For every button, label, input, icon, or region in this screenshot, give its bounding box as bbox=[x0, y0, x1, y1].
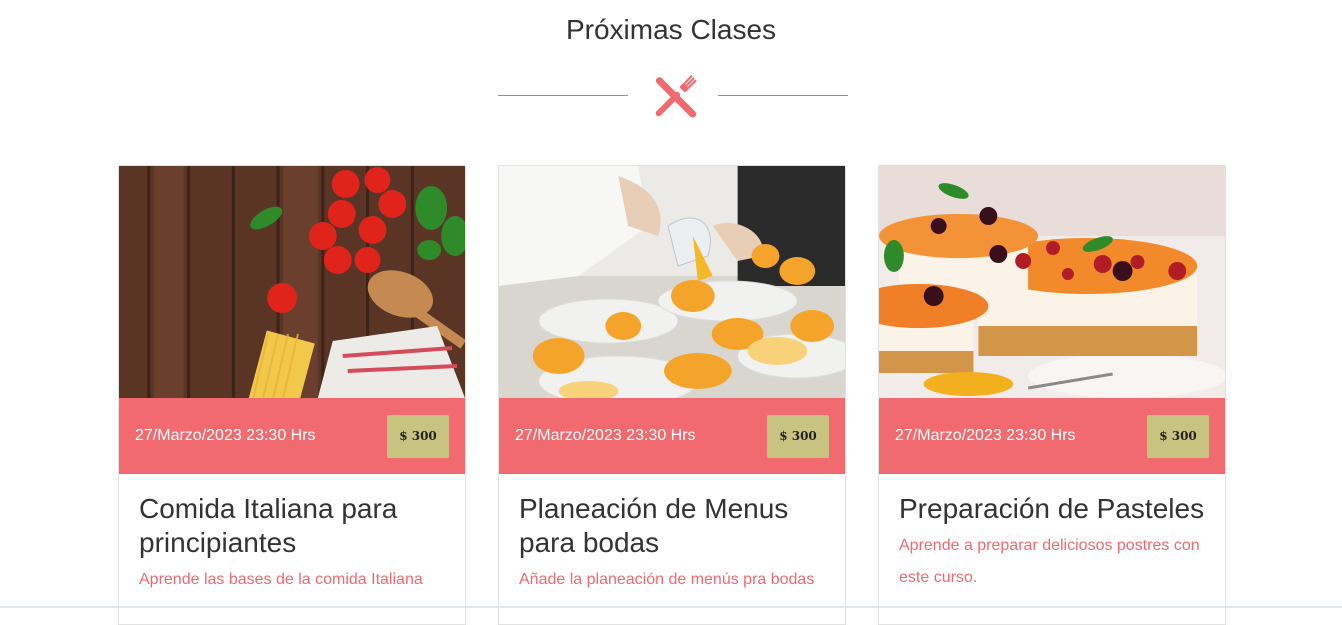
class-title[interactable]: Preparación de Pasteles bbox=[899, 492, 1205, 526]
class-title[interactable]: Comida Italiana para principiantes bbox=[139, 492, 445, 560]
divider-right bbox=[718, 95, 848, 96]
class-meta-bar: 27/Marzo/2023 23:30 Hrs $ 300 bbox=[879, 398, 1225, 474]
divider-left bbox=[498, 95, 628, 96]
class-description: Aprende las bases de la comida Italiana bbox=[139, 571, 423, 588]
class-card[interactable]: 27/Marzo/2023 23:30 Hrs $ 300 Planeación… bbox=[498, 165, 846, 625]
class-description: Aprende a preparar deliciosos postres co… bbox=[899, 537, 1200, 586]
class-card[interactable]: 27/Marzo/2023 23:30 Hrs $ 300 Comida Ita… bbox=[118, 165, 466, 625]
tomatoes-pasta-photo bbox=[119, 166, 465, 398]
class-card-body: Planeación de Menus para bodas Añade la … bbox=[499, 474, 845, 614]
class-title[interactable]: Planeación de Menus para bodas bbox=[519, 492, 825, 560]
chef-plating-photo bbox=[499, 166, 845, 398]
class-description: Añade la planeación de menús pra bodas bbox=[519, 571, 815, 588]
price-badge: $ 300 bbox=[767, 414, 829, 458]
price-badge: $ 300 bbox=[387, 414, 449, 458]
class-date: 27/Marzo/2023 23:30 Hrs bbox=[895, 427, 1076, 444]
class-date: 27/Marzo/2023 23:30 Hrs bbox=[135, 427, 316, 444]
class-card-body: Comida Italiana para principiantes Apren… bbox=[119, 474, 465, 614]
class-meta-bar: 27/Marzo/2023 23:30 Hrs $ 300 bbox=[119, 398, 465, 474]
utensils-icon bbox=[651, 73, 699, 121]
cheesecake-photo bbox=[879, 166, 1225, 398]
class-card[interactable]: 27/Marzo/2023 23:30 Hrs $ 300 Preparació… bbox=[878, 165, 1226, 625]
class-meta-bar: 27/Marzo/2023 23:30 Hrs $ 300 bbox=[499, 398, 845, 474]
class-card-body: Preparación de Pasteles Aprende a prepar… bbox=[879, 474, 1225, 612]
class-date: 27/Marzo/2023 23:30 Hrs bbox=[515, 427, 696, 444]
price-badge: $ 300 bbox=[1147, 414, 1209, 458]
section-title: Próximas Clases bbox=[565, 14, 777, 45]
